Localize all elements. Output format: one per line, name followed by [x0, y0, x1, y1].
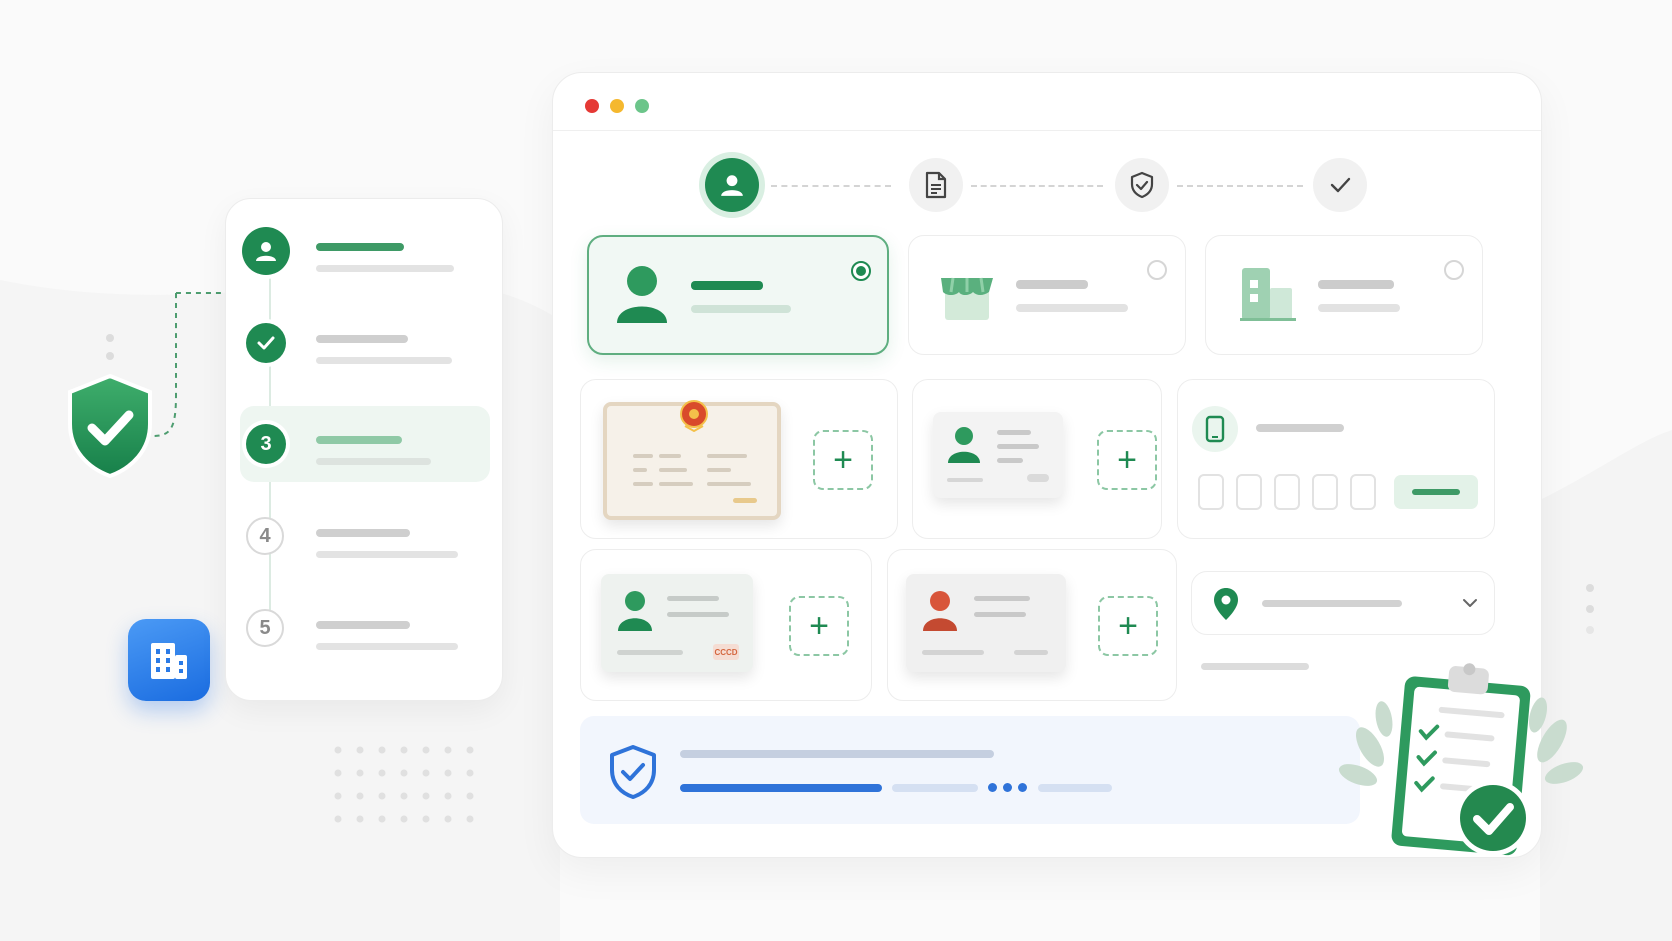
shield-check-icon [68, 373, 152, 479]
entity-type-individual-card[interactable] [587, 235, 889, 355]
person-icon [617, 266, 667, 323]
stepper-panel: 3 4 5 [225, 198, 503, 701]
id-front-thumbnail: CCCD [601, 574, 753, 672]
add-id-front-button[interactable]: + [789, 596, 849, 656]
progress-step-user[interactable] [705, 158, 759, 212]
card-subtitle-placeholder [691, 305, 791, 313]
check-icon [1330, 177, 1351, 193]
person-icon [923, 591, 957, 631]
certificate-upload-card[interactable]: + [580, 379, 898, 539]
card-title-placeholder [691, 281, 763, 290]
close-window-dot[interactable] [585, 99, 599, 113]
location-pin-icon [1214, 588, 1238, 620]
progress-step-document[interactable] [909, 158, 963, 212]
side-dots-decoration [1586, 584, 1594, 634]
step-number: 3 [246, 424, 286, 464]
step-title-placeholder [316, 621, 410, 629]
location-value-placeholder [1262, 600, 1402, 607]
send-otp-button[interactable] [1394, 475, 1478, 509]
add-certificate-button[interactable]: + [813, 430, 873, 490]
step-subtitle-placeholder [316, 265, 454, 272]
verification-progress-fill [680, 784, 882, 792]
verification-title-placeholder [680, 750, 994, 758]
building-icon [151, 643, 187, 679]
location-hint-placeholder [1201, 663, 1309, 670]
user-icon [242, 227, 290, 275]
step-subtitle-placeholder [316, 551, 458, 558]
dot-grid-decoration [334, 746, 474, 823]
user-icon [721, 175, 743, 196]
shield-check-icon [1130, 171, 1154, 199]
stepper-step-2[interactable] [240, 305, 490, 381]
otp-digit-input[interactable] [1274, 474, 1300, 510]
location-select[interactable] [1191, 571, 1495, 635]
progress-step-done[interactable] [1313, 158, 1367, 212]
stepper-step-4[interactable]: 4 [240, 499, 490, 575]
entity-radio-selected[interactable] [851, 261, 871, 281]
entity-radio[interactable] [1147, 260, 1167, 280]
progress-connector [771, 185, 891, 187]
stepper-step-5[interactable]: 5 [240, 591, 490, 667]
card-subtitle-placeholder [1318, 304, 1400, 312]
minimize-window-dot[interactable] [610, 99, 624, 113]
clipboard-checklist-icon [1338, 663, 1584, 856]
store-icon [941, 277, 993, 320]
document-icon [925, 171, 947, 199]
add-id-card-button[interactable]: + [1097, 430, 1157, 490]
phone-icon [1192, 406, 1238, 452]
business-certificate-thumbnail [603, 400, 781, 520]
card-title-placeholder [1016, 280, 1088, 289]
entity-radio[interactable] [1444, 260, 1464, 280]
window-titlebar [553, 73, 1541, 131]
otp-digit-input[interactable] [1350, 474, 1376, 510]
step-title-placeholder [316, 335, 408, 343]
person-icon [948, 427, 980, 463]
loading-dot [988, 783, 997, 792]
loading-dot [1003, 783, 1012, 792]
check-icon [246, 323, 286, 363]
entity-type-company-card[interactable] [1205, 235, 1483, 355]
card-subtitle-placeholder [1016, 304, 1128, 312]
otp-digit-input[interactable] [1198, 474, 1224, 510]
id-back-upload-card[interactable]: + [887, 549, 1177, 701]
id-card-upload-card[interactable]: + [912, 379, 1162, 539]
step-title-placeholder [316, 243, 404, 251]
verification-progress-track [1038, 784, 1112, 792]
id-back-thumbnail [906, 574, 1066, 672]
step-subtitle-placeholder [316, 357, 452, 364]
step-subtitle-placeholder [316, 458, 431, 465]
stepper-step-1[interactable] [240, 213, 490, 289]
otp-digit-input[interactable] [1312, 474, 1338, 510]
id-stamp-label: CCCD [713, 644, 739, 660]
person-icon [618, 591, 652, 631]
entity-type-store-card[interactable] [908, 235, 1186, 355]
button-label-placeholder [1412, 489, 1460, 495]
stepper-step-3[interactable]: 3 [240, 406, 490, 482]
building-icon [1240, 268, 1296, 321]
otp-digit-input[interactable] [1236, 474, 1262, 510]
id-card-thumbnail [933, 412, 1063, 498]
shield-check-icon [610, 745, 656, 799]
verification-status-bar [580, 716, 1360, 824]
building-app-icon [128, 619, 210, 701]
progress-connector [971, 185, 1103, 187]
phone-verification-card[interactable] [1177, 379, 1495, 539]
maximize-window-dot[interactable] [635, 99, 649, 113]
step-subtitle-placeholder [316, 643, 458, 650]
step-title-placeholder [316, 529, 410, 537]
add-id-back-button[interactable]: + [1098, 596, 1158, 656]
verification-progress-track [892, 784, 978, 792]
id-front-upload-card[interactable]: CCCD + [580, 549, 872, 701]
loading-dot [1018, 783, 1027, 792]
progress-connector [1177, 185, 1303, 187]
step-number: 4 [246, 517, 284, 555]
progress-step-verify[interactable] [1115, 158, 1169, 212]
card-title-placeholder [1318, 280, 1394, 289]
chevron-down-icon [1463, 599, 1477, 607]
phone-label-placeholder [1256, 424, 1344, 432]
step-number: 5 [246, 609, 284, 647]
step-title-placeholder [316, 436, 402, 444]
emblem-icon [680, 400, 708, 432]
